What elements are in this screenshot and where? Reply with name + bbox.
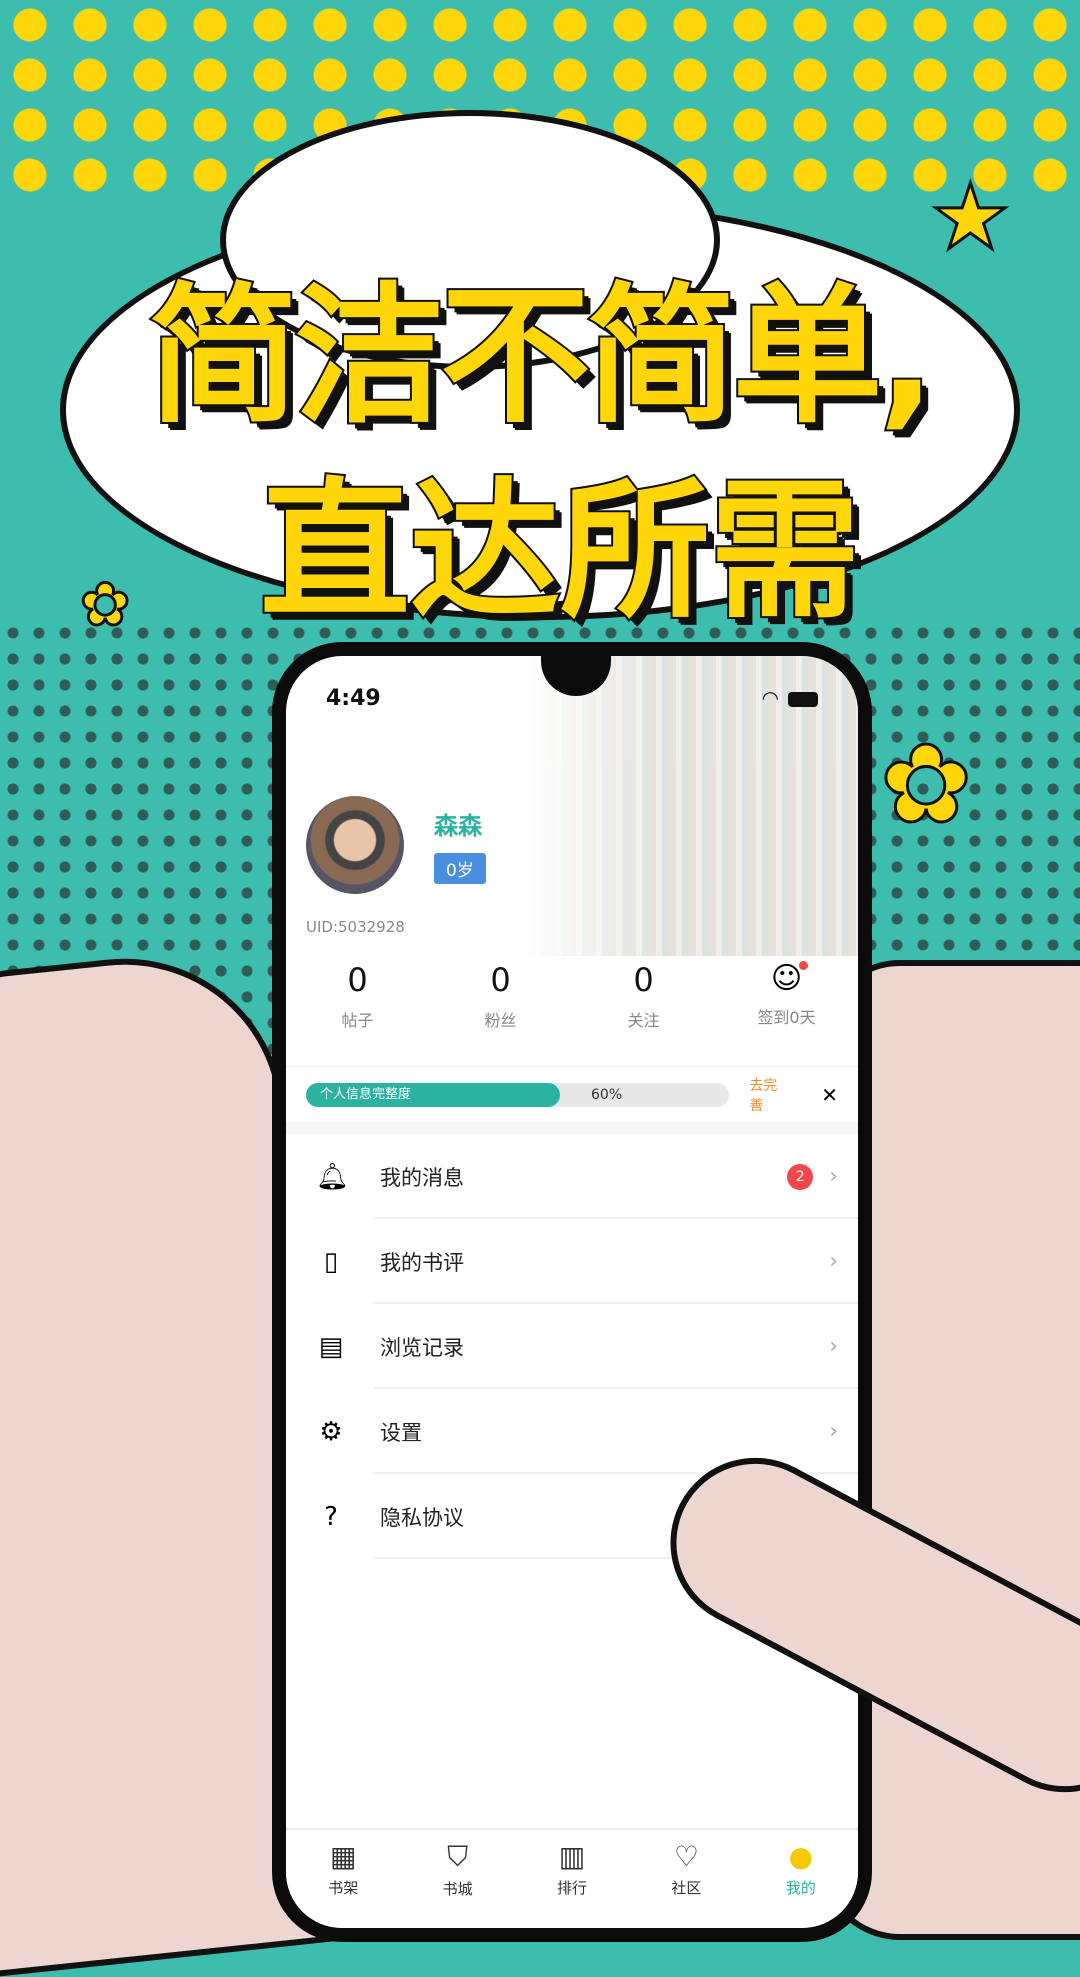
community-icon: ♡	[673, 1840, 699, 1873]
stat-label: 帖子	[341, 1011, 374, 1030]
bottom-tab-bar: ▦ 书架 ⛉ 书城 ▥ 排行 ♡ 社区 ● 我的	[286, 1828, 858, 1928]
tab-bookstore[interactable]: ⛉ 书城	[400, 1830, 514, 1928]
stat-label: 关注	[627, 1011, 660, 1030]
stat-value: 0	[490, 961, 511, 999]
menu-item-history[interactable]: ▤ 浏览记录 ›	[286, 1304, 858, 1389]
flower-icon: ✿	[878, 719, 973, 850]
stats-row: 0 帖子 0 粉丝 0 关注 ☺ 签到0天	[286, 961, 858, 1031]
completion-progress-bar: 个人信息完整度 60%	[306, 1082, 730, 1107]
tab-community[interactable]: ♡ 社区	[629, 1830, 743, 1928]
avatar[interactable]	[306, 796, 404, 894]
tab-label: 我的	[785, 1879, 816, 1897]
bell-icon: 🔔︎	[316, 1161, 350, 1192]
completion-fill: 个人信息完整度	[306, 1082, 561, 1107]
history-icon: ▤	[318, 1331, 344, 1362]
close-icon[interactable]: ✕	[821, 1083, 838, 1107]
phone-screen: 4:49 ◠ 森森 0岁 UID:5032928 0 帖子 0 粉丝 0 关注 ☺ 签到…	[286, 656, 858, 1928]
menu-item-label: 我的书评	[380, 1250, 464, 1275]
menu-item-label: 浏览记录	[380, 1335, 464, 1360]
checkin-icon: ☺	[771, 961, 809, 996]
wifi-icon: ◠	[762, 686, 778, 710]
age-badge: 0岁	[434, 853, 486, 884]
menu-item-label: 我的消息	[380, 1165, 464, 1190]
menu-item-messages[interactable]: 🔔︎ 我的消息 2 ›	[286, 1134, 858, 1219]
tab-label: 社区	[671, 1879, 702, 1897]
checkin-button[interactable]: ☺ 签到0天	[715, 961, 858, 1031]
completion-percent: 60%	[591, 1086, 623, 1103]
menu-item-reviews[interactable]: ▯ 我的书评 ›	[286, 1219, 858, 1304]
menu-item-label: 设置	[380, 1420, 422, 1445]
stat-label: 粉丝	[484, 1011, 517, 1030]
user-id: UID:5032928	[306, 918, 405, 936]
stat-fans[interactable]: 0 粉丝	[429, 961, 572, 1031]
tab-label: 书架	[328, 1879, 359, 1897]
complete-profile-link[interactable]: 去完善	[749, 1075, 791, 1115]
stat-label: 签到0天	[757, 1008, 816, 1027]
status-time: 4:49	[326, 686, 381, 711]
tab-mine[interactable]: ● 我的	[744, 1830, 858, 1928]
profile-header[interactable]: 森森 0岁	[306, 796, 486, 894]
question-icon: ?	[324, 1501, 338, 1532]
stat-value: 0	[347, 961, 368, 999]
phone-frame: 4:49 ◠ 森森 0岁 UID:5032928 0 帖子 0 粉丝 0 关注 ☺ 签到…	[272, 642, 872, 1942]
chevron-right-icon: ›	[829, 1164, 838, 1189]
bookstore-icon: ⛉	[447, 1840, 469, 1873]
headline-line2: 直达所需	[258, 463, 862, 641]
headline-line1: 简洁不简单,	[147, 268, 938, 446]
battery-icon	[788, 691, 818, 707]
chevron-right-icon: ›	[829, 1334, 838, 1359]
book-review-icon: ▯	[323, 1246, 339, 1277]
ranking-icon: ▥	[558, 1840, 586, 1873]
unread-badge: 2	[787, 1163, 814, 1190]
stat-value: 0	[633, 961, 654, 999]
notification-dot	[799, 961, 809, 970]
profile-completion: 个人信息完整度 60% 去完善 ✕	[286, 1066, 858, 1122]
tab-label: 书城	[442, 1880, 473, 1898]
tab-bookshelf[interactable]: ▦ 书架	[286, 1830, 400, 1928]
profile-icon: ●	[788, 1840, 814, 1873]
user-name: 森森	[434, 812, 482, 840]
bookshelf-icon: ▦	[329, 1840, 357, 1873]
stat-posts[interactable]: 0 帖子	[286, 961, 429, 1031]
tab-ranking[interactable]: ▥ 排行	[515, 1830, 629, 1928]
section-divider	[286, 1122, 858, 1134]
chevron-right-icon: ›	[829, 1419, 838, 1444]
stat-following[interactable]: 0 关注	[572, 961, 715, 1031]
tab-label: 排行	[557, 1879, 588, 1897]
chevron-right-icon: ›	[829, 1249, 838, 1274]
gear-icon: ⚙	[319, 1416, 343, 1447]
